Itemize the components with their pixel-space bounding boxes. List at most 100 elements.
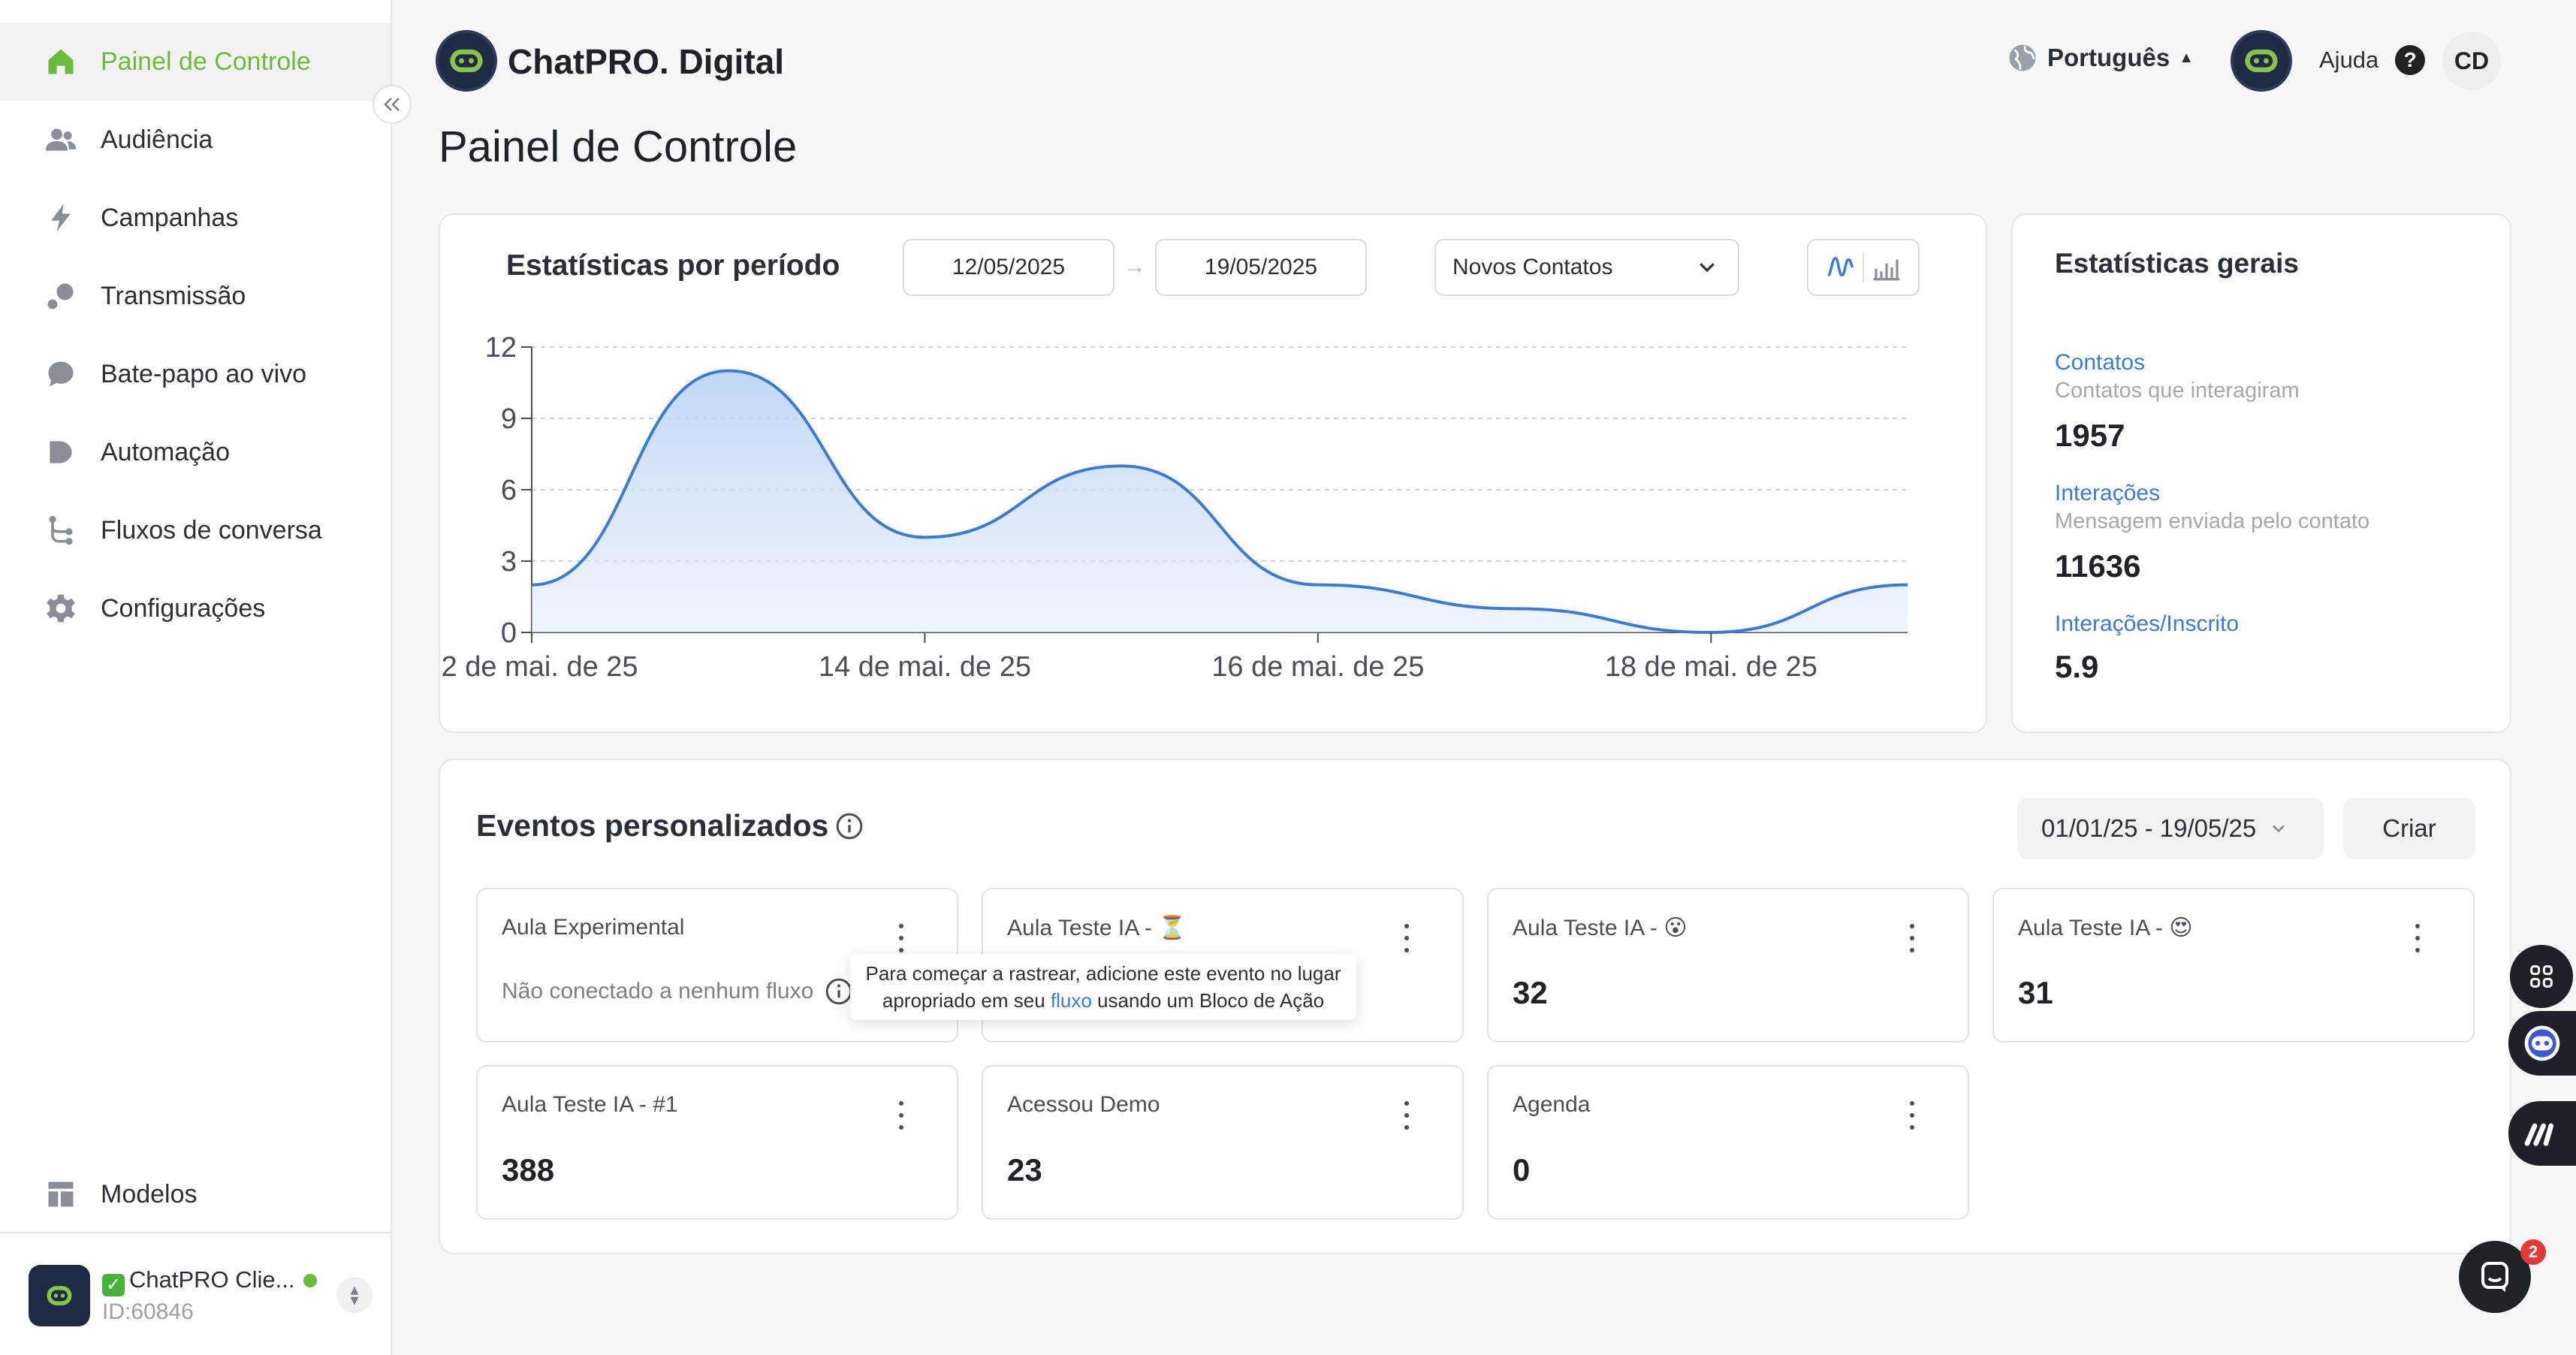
brand-name: ChatPRO. Digital [508, 42, 785, 81]
lightning-icon [44, 201, 78, 235]
series-area [532, 370, 1908, 632]
unread-badge: 2 [2520, 1239, 2546, 1265]
sidebar-item-dashboard[interactable]: Painel de Controle [0, 23, 391, 101]
not-connected-tooltip: Para começar a rastrear, adicione este e… [850, 954, 1356, 1020]
bar-chart-icon[interactable] [1871, 252, 1902, 283]
more-vertical-icon[interactable] [895, 1098, 907, 1133]
sidebar-item-flows[interactable]: Fluxos de conversa [0, 491, 391, 569]
help-label: Ajuda [2319, 47, 2379, 73]
more-vertical-icon[interactable] [2412, 921, 2424, 955]
sidebar-item-audience[interactable]: Audiência [0, 101, 391, 179]
general-stats-card: Estatísticas gerais Contatos Contatos qu… [2011, 213, 2511, 733]
contacts-label: Contatos [2055, 350, 2146, 375]
more-vertical-icon[interactable] [895, 921, 907, 955]
broadcast-icon [44, 279, 78, 313]
user-initials-avatar[interactable]: CD [2442, 32, 2501, 90]
event-card[interactable]: Aula Teste IA - 😮 32 [1487, 888, 1969, 1043]
tooltip-line-1: Para começar a rastrear, adicione este e… [865, 962, 1341, 985]
event-card[interactable]: Aula Teste IA - #1 388 [476, 1065, 958, 1220]
sidebar-item-label: Painel de Controle [101, 47, 311, 76]
sidebar-item-live-chat[interactable]: Bate-papo ao vivo [0, 335, 391, 413]
brand-logo[interactable] [436, 30, 497, 92]
robot-icon [450, 49, 483, 73]
event-name: Aula Teste IA - ⏳ [1007, 916, 1187, 940]
apps-widget-button[interactable] [2510, 945, 2573, 1008]
more-vertical-icon[interactable] [1401, 921, 1413, 955]
create-event-button[interactable]: Criar [2343, 798, 2475, 859]
account-switch-icon[interactable]: ▴ ▾ [336, 1277, 373, 1313]
event-count: 0 [1513, 1152, 1531, 1188]
more-vertical-icon[interactable] [1401, 1098, 1413, 1133]
sidebar-item-label: Fluxos de conversa [101, 515, 322, 545]
custom-events-card: Eventos personalizados 01/01/25 - 19/05/… [439, 759, 2511, 1254]
sidebar-item-campaigns[interactable]: Campanhas [0, 179, 391, 257]
event-count: 23 [1007, 1152, 1042, 1188]
arrow-right-icon: → [1124, 254, 1146, 279]
apps-grid-icon [2530, 965, 2553, 988]
sidebar-item-label: Automação [101, 437, 230, 466]
question-icon: ? [2395, 45, 2426, 75]
event-count: 31 [2018, 975, 2053, 1010]
more-vertical-icon[interactable] [1906, 921, 1918, 955]
sidebar-item-label: Campanhas [101, 203, 239, 232]
chatbot-widget-tab[interactable] [2508, 1011, 2576, 1076]
user-avatar[interactable] [2231, 30, 2292, 92]
x-tick-label: 14 de mai. de 25 [819, 651, 1031, 683]
contacts-value: 1957 [2055, 418, 2125, 453]
help-link[interactable]: Ajuda ? [2319, 45, 2426, 75]
metric-select[interactable]: Novos Contatos [1434, 239, 1739, 296]
make-widget-tab[interactable] [2508, 1101, 2576, 1166]
sidebar-item-broadcast[interactable]: Transmissão [0, 257, 391, 335]
y-tick-label: 3 [501, 546, 517, 578]
robot-icon [2245, 49, 2278, 73]
event-name: Acessou Demo [1007, 1092, 1160, 1117]
chevron-down-icon [2273, 825, 2285, 833]
sidebar-item-label: Bate-papo ao vivo [101, 359, 307, 388]
x-tick-label: 18 de mai. de 25 [1605, 651, 1817, 683]
interactions-description: Mensagem enviada pelo contato [2055, 509, 2370, 533]
event-name: Aula Teste IA - 😮 [1513, 916, 1688, 940]
metric-select-value: Novos Contatos [1452, 255, 1613, 279]
y-tick-label: 6 [501, 475, 517, 506]
date-to-input[interactable]: 19/05/2025 [1155, 239, 1367, 296]
globe-icon [2009, 44, 2036, 71]
date-from-input[interactable]: 12/05/2025 [903, 239, 1115, 296]
event-count: 388 [502, 1152, 555, 1188]
stats-by-period-card: Estatísticas por período 12/05/2025 → 19… [439, 213, 1987, 733]
info-icon[interactable] [834, 811, 864, 841]
date-range-select[interactable]: 01/01/25 - 19/05/25 [2017, 798, 2324, 859]
interactions-per-subscriber-value: 5.9 [2055, 649, 2099, 684]
divider [0, 1232, 391, 1233]
account-switcher[interactable]: ✓ ChatPRO Clie... ID:60846 ▴ ▾ [29, 1262, 374, 1329]
interactions-per-subscriber-label: Interações/Inscrito [2055, 611, 2240, 636]
more-vertical-icon[interactable] [1906, 1098, 1918, 1133]
interactions-label: Interações [2055, 481, 2161, 505]
flow-link[interactable]: fluxo [1051, 989, 1092, 1012]
event-card[interactable]: Aula Teste IA - 😍 31 [1992, 888, 2475, 1043]
sidebar: Painel de Controle Audiência Campanhas T… [0, 0, 392, 1355]
x-tick-label: 12 de mai. de 25 [440, 651, 638, 683]
account-name: ✓ ChatPRO Clie... [102, 1266, 295, 1296]
sidebar-item-label: Transmissão [101, 281, 246, 310]
page-title: Painel de Controle [439, 122, 798, 171]
event-card[interactable]: Acessou Demo 23 [982, 1065, 1464, 1220]
home-icon [44, 44, 78, 79]
language-selector[interactable]: Português ▲ [2007, 42, 2194, 74]
event-card[interactable]: Agenda 0 [1487, 1065, 1969, 1220]
event-name: Agenda [1513, 1092, 1591, 1117]
chat-icon [44, 357, 78, 391]
contacts-description: Contatos que interagiram [2055, 379, 2300, 403]
line-chart-icon[interactable] [1824, 252, 1856, 283]
collapse-sidebar-button[interactable] [373, 85, 412, 124]
event-count: 32 [1513, 975, 1548, 1010]
y-tick-label: 9 [501, 403, 517, 435]
gear-icon [44, 591, 78, 626]
sidebar-item-settings[interactable]: Configurações [0, 569, 391, 647]
y-tick-label: 12 [485, 332, 517, 364]
sidebar-item-templates[interactable]: Modelos [0, 1155, 391, 1233]
online-status-dot [303, 1274, 317, 1287]
sidebar-item-automation[interactable]: Automação [0, 413, 391, 491]
sidebar-item-label: Modelos [101, 1179, 198, 1209]
stats-area-chart: 0 3 6 9 12 12 de mai. de 25 14 de mai. de 25 16… [440, 332, 1908, 683]
robot-icon [47, 1286, 72, 1305]
